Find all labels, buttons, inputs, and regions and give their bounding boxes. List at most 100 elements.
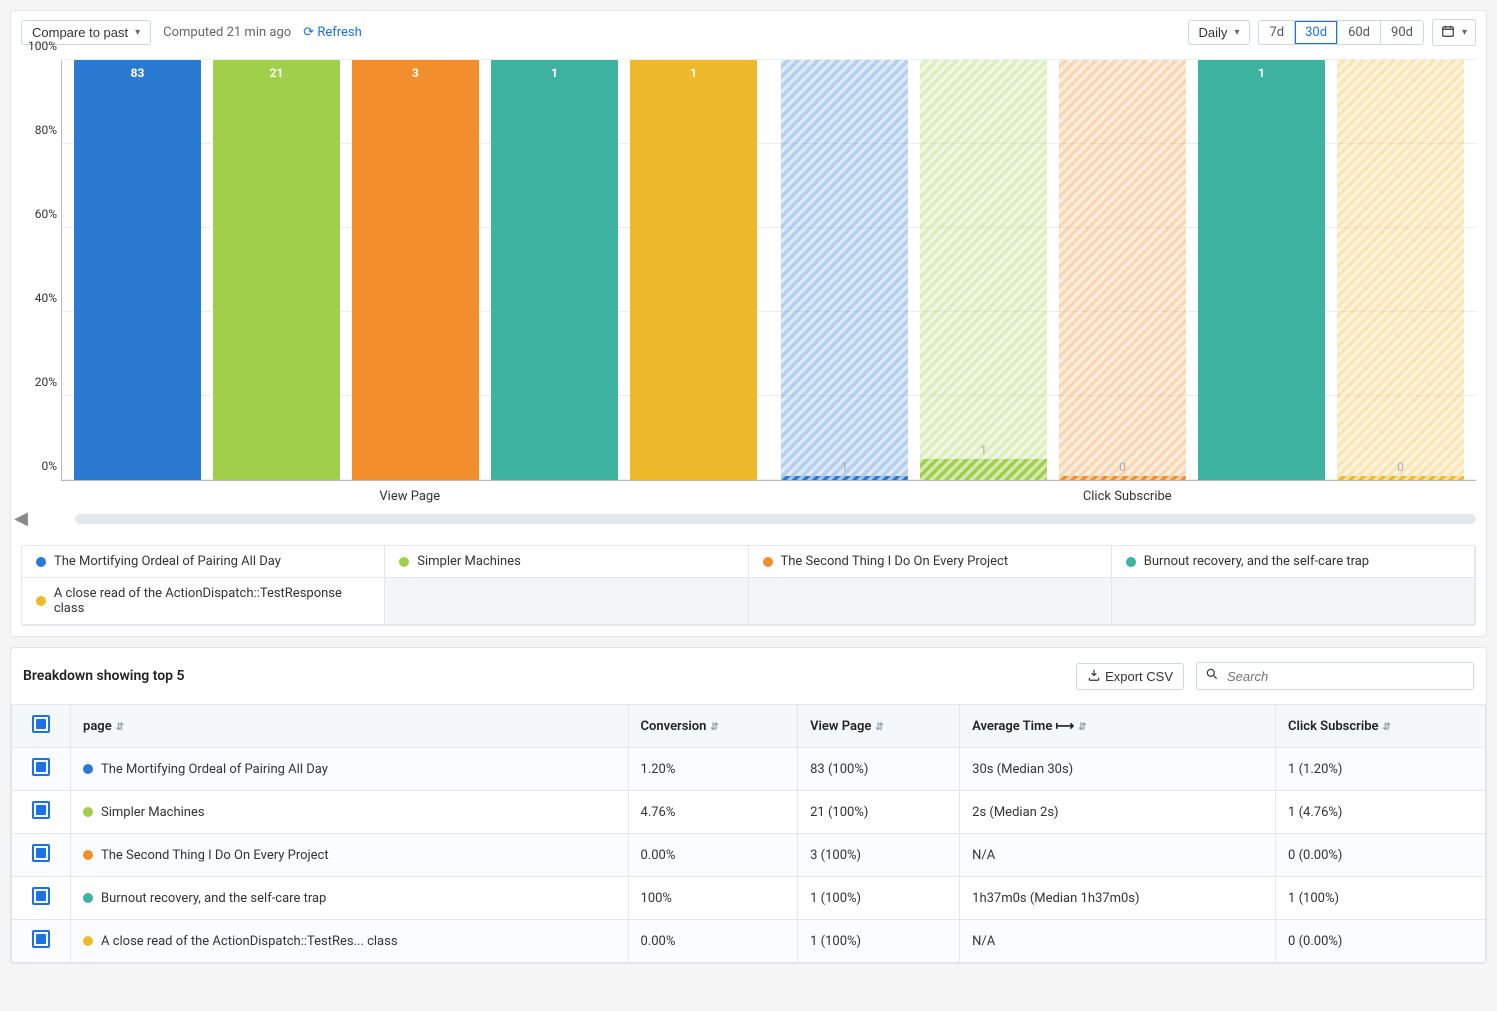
col-click-sub[interactable]: Click Subscribe⇵ (1276, 705, 1486, 748)
bar[interactable]: 83 (74, 60, 201, 480)
legend-item[interactable]: The Second Thing I Do On Every Project (749, 546, 1112, 578)
legend-item[interactable]: The Mortifying Ordeal of Pairing All Day (22, 546, 385, 578)
row-page-label: Burnout recovery, and the self-care trap (101, 891, 326, 906)
row-page-cell: The Mortifying Ordeal of Pairing All Day (71, 748, 629, 791)
breakdown-search[interactable] (1196, 662, 1474, 690)
sort-icon: ⇵ (1078, 722, 1086, 733)
y-tick: 0% (41, 459, 57, 473)
col-check[interactable] (12, 705, 71, 748)
bar-bg (920, 60, 1047, 480)
col-page[interactable]: page⇵ (71, 705, 629, 748)
range-60d[interactable]: 60d (1338, 21, 1381, 44)
row-checkbox-cell[interactable] (12, 834, 71, 877)
chevron-down-icon: ▾ (1462, 27, 1467, 38)
row-checkbox-cell[interactable] (12, 791, 71, 834)
legend-item[interactable]: Simpler Machines (385, 546, 748, 578)
refresh-button[interactable]: ⟳ Refresh (303, 25, 362, 40)
bar[interactable]: 0 (1059, 476, 1186, 480)
y-tick: 40% (35, 291, 57, 305)
chart-x-axis: View PageClick Subscribe (51, 483, 1486, 508)
row-cell: 1 (1.20%) (1276, 748, 1486, 791)
bar-slot: 3 (352, 60, 479, 480)
row-page-label: Simpler Machines (101, 805, 205, 820)
bar[interactable]: 1 (1198, 60, 1325, 480)
refresh-icon: ⟳ (303, 25, 314, 40)
range-segmented-control: 7d 30d 60d 90d (1258, 20, 1424, 45)
range-90d[interactable]: 90d (1381, 21, 1423, 44)
row-cell: 0 (0.00%) (1276, 920, 1486, 963)
bar-value-label: 0 (1119, 460, 1126, 474)
legend-item (749, 578, 1112, 625)
row-checkbox-cell[interactable] (12, 748, 71, 791)
bar[interactable]: 1 (920, 459, 1047, 480)
row-page-cell: A close read of the ActionDispatch::Test… (71, 920, 629, 963)
table-row[interactable]: The Second Thing I Do On Every Project0.… (12, 834, 1486, 877)
legend-item[interactable]: Burnout recovery, and the self-care trap (1112, 546, 1475, 578)
checkbox[interactable] (32, 758, 50, 776)
row-swatch (83, 807, 93, 817)
col-conversion[interactable]: Conversion⇵ (628, 705, 798, 748)
range-30d[interactable]: 30d (1295, 21, 1338, 44)
bar[interactable]: 1 (781, 476, 908, 480)
bar-bg (1337, 60, 1464, 480)
scroll-prev-button[interactable]: ◀ (11, 508, 31, 529)
chart-area: 0%20%40%60%80%100% 832131111010 (11, 54, 1486, 483)
row-cell: 1.20% (628, 748, 798, 791)
col-avg-time[interactable]: Average Time ⟼⇵ (960, 705, 1276, 748)
bar-slot: 21 (213, 60, 340, 480)
bar[interactable]: 21 (213, 60, 340, 480)
row-checkbox-cell[interactable] (12, 920, 71, 963)
date-picker-button[interactable]: ▾ (1432, 19, 1476, 46)
bar-slot: 1 (491, 60, 618, 480)
chevron-down-icon: ▾ (1234, 27, 1239, 38)
bar-slot: 0 (1337, 60, 1464, 480)
chart-scroll: ◀ (11, 508, 1486, 535)
bar-group: 1 1 0 1 0 (769, 60, 1476, 480)
row-checkbox-cell[interactable] (12, 877, 71, 920)
y-tick: 80% (35, 123, 57, 137)
chart-plot: 832131111010 (61, 60, 1476, 481)
row-swatch (83, 764, 93, 774)
legend-swatch (1126, 557, 1136, 567)
grain-button-daily[interactable]: Daily ▾ (1188, 20, 1251, 45)
bar-value-label: 1 (690, 66, 697, 80)
table-row[interactable]: A close read of the ActionDispatch::Test… (12, 920, 1486, 963)
bar[interactable]: 1 (630, 60, 757, 480)
legend-label: Burnout recovery, and the self-care trap (1144, 554, 1369, 569)
scroll-track[interactable] (75, 514, 1476, 524)
breakdown-table: page⇵ Conversion⇵ View Page⇵ Average Tim… (11, 704, 1486, 963)
checkbox[interactable] (32, 844, 50, 862)
row-cell: 2s (Median 2s) (960, 791, 1276, 834)
bar-value-label: 21 (270, 66, 284, 80)
checkbox[interactable] (32, 930, 50, 948)
bar-slot: 1 (630, 60, 757, 480)
bar[interactable]: 0 (1337, 476, 1464, 480)
bar[interactable]: 3 (352, 60, 479, 480)
checkbox-all[interactable] (32, 715, 50, 733)
checkbox[interactable] (32, 887, 50, 905)
table-row[interactable]: The Mortifying Ordeal of Pairing All Day… (12, 748, 1486, 791)
table-row[interactable]: Burnout recovery, and the self-care trap… (12, 877, 1486, 920)
legend-swatch (763, 557, 773, 567)
refresh-label: Refresh (317, 25, 361, 40)
export-csv-button[interactable]: Export CSV (1076, 663, 1184, 690)
range-7d[interactable]: 7d (1259, 21, 1295, 44)
compare-label: Compare to past (32, 25, 128, 40)
bar-group: 8321311 (62, 60, 769, 480)
row-cell: N/A (960, 834, 1276, 877)
table-header-row: page⇵ Conversion⇵ View Page⇵ Average Tim… (12, 705, 1486, 748)
row-cell: 0.00% (628, 920, 798, 963)
row-cell: 4.76% (628, 791, 798, 834)
col-viewpage[interactable]: View Page⇵ (798, 705, 960, 748)
chart-panel: Compare to past ▾ Computed 21 min ago ⟳ … (10, 10, 1487, 637)
search-input[interactable] (1225, 668, 1465, 685)
table-row[interactable]: Simpler Machines4.76%21 (100%)2s (Median… (12, 791, 1486, 834)
legend-label: The Second Thing I Do On Every Project (781, 554, 1009, 569)
row-page-cell: Simpler Machines (71, 791, 629, 834)
chevron-down-icon: ▾ (135, 27, 140, 38)
row-page-cell: The Second Thing I Do On Every Project (71, 834, 629, 877)
checkbox[interactable] (32, 801, 50, 819)
y-tick: 20% (35, 375, 57, 389)
bar[interactable]: 1 (491, 60, 618, 480)
legend-item[interactable]: A close read of the ActionDispatch::Test… (22, 578, 385, 625)
